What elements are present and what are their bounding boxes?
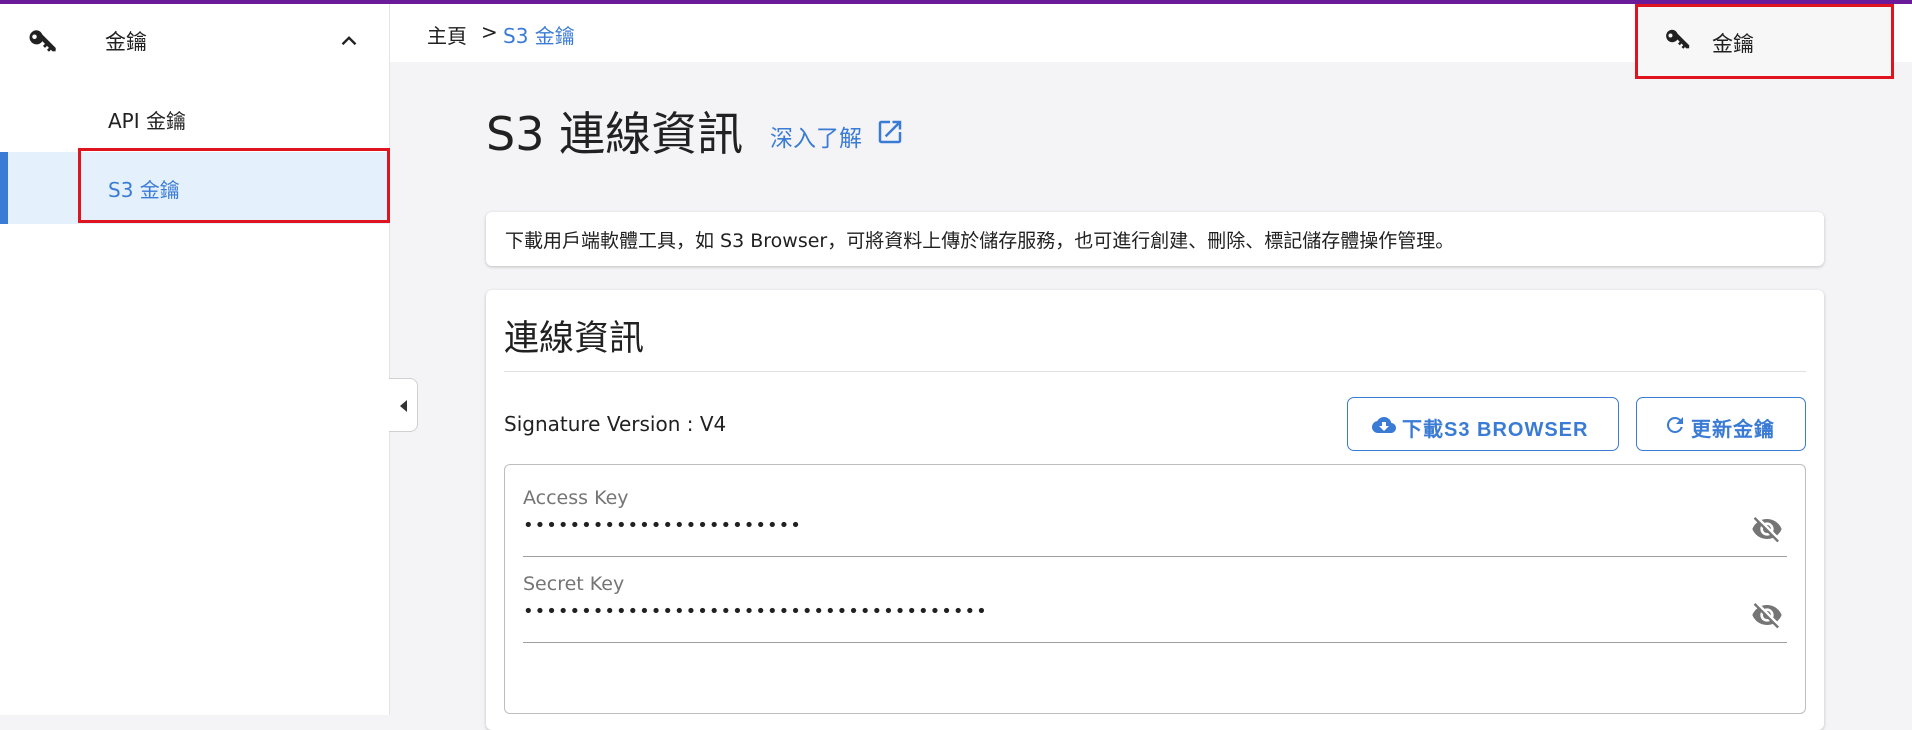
top-menu-keys[interactable]: 金鑰 (1638, 4, 1891, 76)
sidebar-group-label: 金鑰 (105, 30, 147, 54)
sidebar-item-label: S3 金鑰 (108, 178, 180, 202)
divider (504, 371, 1806, 372)
info-banner-text: 下載用戶端軟體工具，如 S3 Browser，可將資料上傳於儲存服務，也可進行創… (505, 230, 1455, 252)
refresh-key-button[interactable]: 更新金鑰 (1636, 397, 1806, 451)
download-button-label: 下載S3 BROWSER (1402, 419, 1589, 441)
active-indicator (0, 152, 8, 224)
card-title: 連線資訊 (504, 319, 645, 359)
secret-key-field[interactable]: Secret Key •••••••••••••••••••••••••••••… (523, 551, 1787, 643)
sidebar-group-keys[interactable]: 金鑰 (0, 4, 389, 76)
breadcrumb-current[interactable]: S3 金鑰 (503, 20, 575, 49)
breadcrumb-separator: > (481, 20, 498, 44)
access-key-label: Access Key (523, 487, 629, 509)
sidebar-item-s3-keys[interactable]: S3 金鑰 (0, 152, 389, 224)
signature-version: Signature Version : V4 (504, 412, 727, 436)
key-icon (1666, 29, 1690, 49)
secret-key-value[interactable]: •••••••••••••••••••••••••••••••••••••••• (523, 601, 988, 622)
caret-left-icon (400, 400, 407, 412)
credentials-box: Access Key •••••••••••••••••••••••• Secr… (504, 464, 1806, 714)
secret-key-label: Secret Key (523, 573, 625, 595)
top-menu-label: 金鑰 (1712, 32, 1754, 56)
chevron-up-icon[interactable] (336, 28, 362, 54)
field-underline (523, 642, 1787, 643)
download-s3-browser-button[interactable]: 下載S3 BROWSER (1347, 397, 1619, 451)
sidebar-collapse-button[interactable] (389, 378, 418, 432)
info-banner: 下載用戶端軟體工具，如 S3 Browser，可將資料上傳於儲存服務，也可進行創… (486, 212, 1824, 266)
key-icon (29, 30, 56, 52)
refresh-button-label: 更新金鑰 (1691, 419, 1775, 441)
external-link-icon[interactable] (875, 117, 905, 147)
connection-info-card: 連線資訊 Signature Version : V4 下載S3 BROWSER… (486, 290, 1824, 730)
eye-off-icon[interactable] (1751, 599, 1783, 631)
sidebar-item-label: API 金鑰 (108, 109, 186, 133)
page-title: S3 連線資訊 (486, 107, 744, 161)
access-key-field[interactable]: Access Key •••••••••••••••••••••••• (523, 465, 1787, 557)
cloud-download-icon (1372, 417, 1396, 433)
access-key-value[interactable]: •••••••••••••••••••••••• (523, 515, 802, 536)
sidebar-item-api-keys[interactable]: API 金鑰 (0, 83, 389, 155)
refresh-icon (1666, 416, 1683, 433)
sidebar: 金鑰 API 金鑰 S3 金鑰 (0, 4, 390, 715)
eye-off-icon[interactable] (1751, 513, 1783, 545)
breadcrumb-home[interactable]: 主頁 (427, 20, 467, 49)
learn-more-link[interactable]: 深入了解 (770, 119, 862, 153)
